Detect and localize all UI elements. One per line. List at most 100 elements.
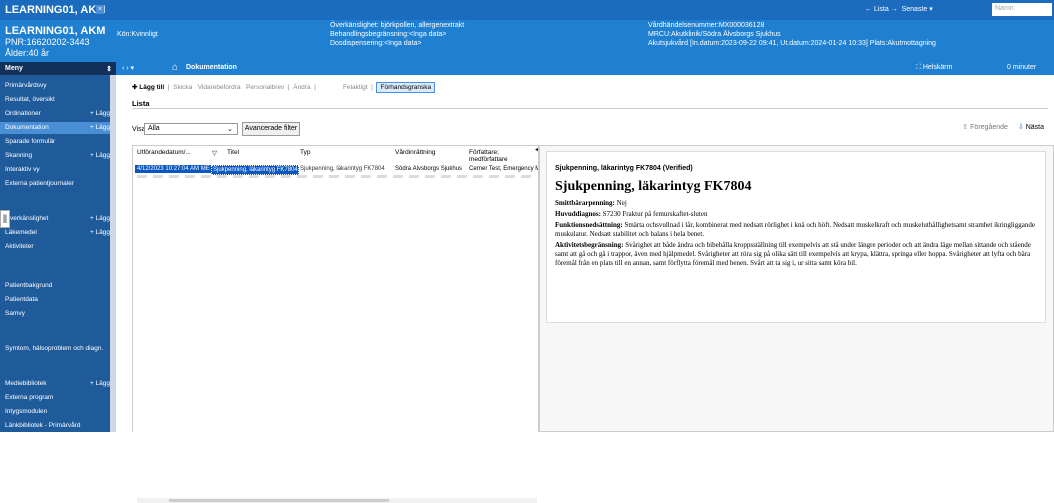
sidebar-item-lakemedel[interactable]: Läkemedel + Lägg (0, 227, 110, 239)
sidebar-item-primarvardsvy[interactable]: Primärvårdsvy (0, 80, 110, 92)
sidebar-item-label: Skanning (5, 152, 33, 159)
sidebar-collapse-handle[interactable]: ‖ (0, 210, 10, 228)
add-button[interactable]: + Lägg (90, 122, 110, 134)
change-button[interactable]: Ändra (293, 84, 310, 91)
fullscreen-button[interactable]: ⛶ Helskärm (916, 64, 952, 72)
sidebar-item-externa-journaler[interactable]: Externa patientjournaler (0, 178, 110, 190)
sidebar: Primärvårdsvy Resultat, översikt Ordinat… (0, 75, 116, 432)
add-button[interactable]: + Lägg (90, 108, 110, 120)
chevron-down-icon: ⌄ (227, 126, 233, 133)
doc-truncated-line: …………………………………………………………… (555, 270, 716, 275)
add-button[interactable]: + Lägg (90, 378, 110, 390)
list-tab[interactable]: Lista (132, 99, 150, 108)
forward-button[interactable]: Vidarebefordra (198, 84, 241, 91)
sidebar-item-patientbakgrund[interactable]: Patientbakgrund (0, 280, 110, 292)
add-button[interactable]: + Lägg (90, 227, 110, 239)
sidebar-item-aktiviteter[interactable]: Aktiviteter (0, 241, 110, 253)
sidebar-item-label: Läkemedel (5, 229, 37, 236)
sidebar-item-skanning[interactable]: Skanning + Lägg (0, 150, 110, 162)
sidebar-item-overkanslighet[interactable]: Överkänslighet + Lägg (0, 213, 110, 225)
error-button[interactable]: Felaktigt (343, 84, 368, 91)
patient-header: LEARNING01, AKM PNR:16620202-3443 Ålder:… (0, 20, 1054, 62)
add-button[interactable]: + Lägg (90, 150, 110, 162)
patient-name: LEARNING01, AKM (5, 25, 106, 37)
list-nav-label[interactable]: ← Lista → (865, 6, 898, 13)
add-document-button[interactable]: ✚ Lägg till (132, 84, 164, 91)
preview-button[interactable]: Förhandsgranska (376, 82, 436, 93)
column-header-facility[interactable]: Vårdinrättning (395, 149, 435, 156)
document-view: Sjukpenning, läkarintyg FK7804 (Verified… (546, 151, 1046, 323)
column-header-author[interactable]: Författare; medförfattare (469, 149, 538, 163)
sidebar-item-label: Primärvårdsvy (5, 82, 47, 89)
refresh-timer[interactable]: 0 minuter (1007, 64, 1036, 71)
next-label: Nästa (1025, 124, 1044, 131)
panel-splitter[interactable]: ◂ (535, 146, 540, 433)
sidebar-item-intygsmodulen[interactable]: Intygsmodulen (0, 406, 110, 418)
recent-button[interactable]: Senaste ▾ (902, 6, 933, 13)
sidebar-item-dokumentation[interactable]: Dokumentation + Lägg (0, 122, 110, 134)
field-value: Smärta ochsvullnad i lår, kombinerat med… (555, 221, 1035, 238)
home-icon[interactable]: ⌂ (172, 62, 178, 73)
sidebar-item-label: Ordinationer (5, 110, 41, 117)
cell-type: Sjukpenning, läkarintyg FK7804 (300, 166, 385, 172)
sidebar-item-interaktiv-vy[interactable]: Interaktiv vy (0, 164, 110, 176)
arrow-down-icon: ⇩ (1017, 124, 1024, 131)
sidebar-item-label: Dokumentation (5, 124, 49, 131)
page-nav-arrows[interactable]: ‹ › ▾ (122, 64, 134, 72)
horizontal-scrollbar[interactable] (137, 498, 537, 503)
sidebar-item-externa-program[interactable]: Externa program (0, 392, 110, 404)
send-button[interactable]: Skicka (173, 84, 192, 91)
advanced-filter-button[interactable]: Avancerade filter (242, 122, 300, 136)
field-label: Aktivitetsbegränsning: (555, 241, 624, 249)
admission-info: Akutsjukvård [In.datum:2023-09-22 09:41,… (648, 40, 936, 47)
field-label: Smittbärarpenning: (555, 199, 615, 207)
episode-number: Vårdhändelsenummer:MX000036128 (648, 22, 765, 29)
close-tab-icon[interactable]: × (96, 5, 104, 14)
filter-select[interactable]: Alla ⌄ (144, 123, 238, 135)
dose-dispensing: Dosdispensering:<Inga data> (330, 40, 422, 47)
field-label: Huvuddiagnos: (555, 210, 601, 218)
page-toolbar: ‹ › ▾ ⌂ Dokumentation ⛶ Helskärm 0 minut… (116, 62, 1054, 75)
document-list: Utförandedatum/... ▽ Titel Typ Vårdinrät… (132, 145, 539, 503)
column-header-date[interactable]: Utförandedatum/... (137, 149, 191, 156)
scroll-thumb[interactable] (169, 499, 389, 502)
action-bar: ✚ Lägg till | Skicka Vidarebefordra Pers… (132, 82, 436, 93)
mrcu-info: MRCU:Akutklinik/Södra Älvsborgs Sjukhus (648, 31, 781, 38)
name-search-input[interactable]: Namn (992, 3, 1052, 16)
list-nav[interactable]: ← Lista → Senaste ▾ (865, 5, 933, 13)
previous-button[interactable]: ⇧ Föregående (962, 124, 1008, 131)
patient-tab-name[interactable]: LEARNING01, AKM (5, 4, 105, 16)
document-heading: Sjukpenning, läkarintyg FK7804 (555, 179, 752, 194)
sidebar-item-resultat[interactable]: Resultat, översikt (0, 94, 110, 106)
menu-pin-icon[interactable]: ⇕ (106, 65, 112, 73)
record-nav: ⇧ Föregående ⇩ Nästa (962, 123, 1044, 131)
sidebar-item-patientdata[interactable]: Patientdata (0, 294, 110, 306)
filter-selected-value: Alla (148, 125, 160, 132)
sidebar-item-sparade-formular[interactable]: Sparade formulär (0, 136, 110, 148)
column-header-title[interactable]: Titel (227, 149, 239, 156)
sidebar-item-label: Externa program (5, 394, 54, 401)
add-label: Lägg till (139, 84, 165, 91)
table-row[interactable]: 4/12/2023 10:27:04 AM ME Sjukpenning, lä… (133, 165, 538, 175)
sidebar-item-symtom[interactable]: Symtom, hälsoproblem och diagn. (0, 343, 110, 355)
sidebar-item-lankbibliotek[interactable]: Länkbibliotek - Primärvård (0, 420, 110, 432)
column-header-type[interactable]: Typ (300, 149, 310, 156)
sidebar-item-mediebibliotek[interactable]: Mediebibliotek + Lägg (0, 378, 110, 390)
field-value: S7230 Fraktur på femurskaftet-sluten (602, 210, 708, 218)
letter-button[interactable]: Personalbrev (246, 84, 284, 91)
patient-pnr: PNR:16620202-3443 (5, 37, 90, 47)
row-ghost (137, 175, 537, 178)
sidebar-item-label: Interaktiv vy (5, 166, 40, 173)
patient-info: LEARNING01, AKM PNR:16620202-3443 Ålder:… (5, 26, 105, 59)
sort-icon[interactable]: ▽ (212, 149, 217, 157)
sidebar-item-label: Länkbibliotek - Primärvård (5, 422, 81, 429)
field-value: Svårighet att både ändra och bibehålla k… (555, 241, 1031, 267)
list-header: Utförandedatum/... ▽ Titel Typ Vårdinrät… (133, 149, 538, 163)
doc-field-smitt: Smittbärarpenning: Nej (555, 199, 1037, 208)
next-button[interactable]: ⇩ Nästa (1018, 124, 1044, 131)
add-button[interactable]: + Lägg (90, 213, 110, 225)
sidebar-item-samvy[interactable]: Samvy (0, 308, 110, 320)
sidebar-item-label: Aktiviteter (5, 243, 34, 250)
sidebar-item-ordinationer[interactable]: Ordinationer + Lägg (0, 108, 110, 120)
sidebar-item-label: Intygsmodulen (5, 408, 48, 415)
